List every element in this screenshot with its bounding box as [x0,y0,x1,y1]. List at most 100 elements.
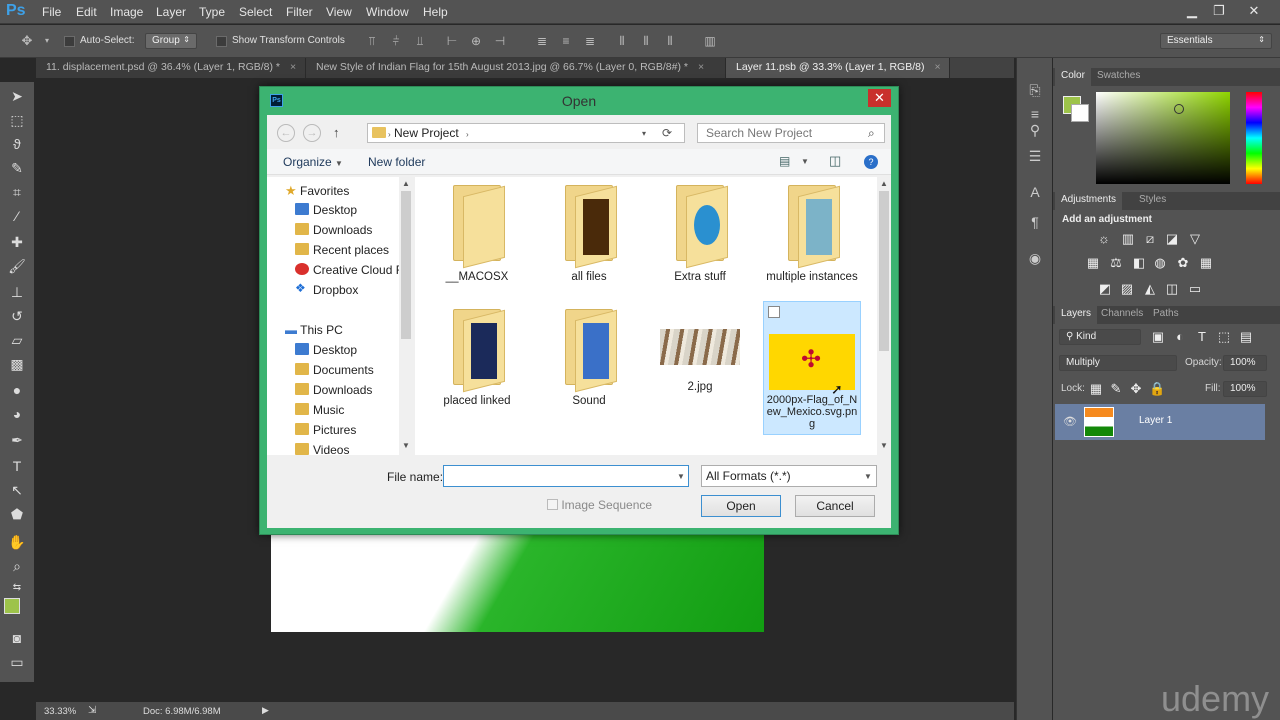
distribute-bottom-icon[interactable]: ≣ [583,34,597,48]
address-dropdown-icon[interactable]: ▾ [642,129,646,138]
tab-layer-11[interactable]: Layer 11.psb @ 33.3% (Layer 1, RGB/8) × [726,58,950,78]
screen-mode-icon[interactable]: ▭ [6,652,28,672]
image-sequence-checkbox[interactable] [547,499,558,510]
gradient-tool-icon[interactable]: ▩ [6,354,28,374]
shape-tool-icon[interactable]: ⬟ [6,504,28,524]
photo-filter-icon[interactable]: ◍ [1153,256,1167,270]
filter-smart-object-icon[interactable]: ▤ [1239,330,1253,344]
breadcrumb[interactable]: › New Project › ▾ ⟳ [367,123,685,143]
distribute-left-icon[interactable]: ⦀ [615,34,629,48]
tab-indian-flag[interactable]: New Style of Indian Flag for 15th August… [306,58,726,78]
preview-pane-icon[interactable]: ◫ [829,153,841,169]
align-left-icon[interactable]: ⊢ [445,34,459,48]
tab-close-icon[interactable]: × [290,61,296,73]
align-right-icon[interactable]: ⊣ [493,34,507,48]
foreground-color-swatch[interactable] [4,598,20,614]
up-arrow-icon[interactable]: ↑ [333,125,340,140]
tab-styles[interactable]: Styles [1133,194,1172,205]
background-color-chip[interactable] [1071,104,1089,122]
path-selection-tool-icon[interactable]: ↖ [6,480,28,500]
channel-mixer-icon[interactable]: ✿ [1176,256,1190,270]
character-panel-icon[interactable]: A [1026,184,1044,202]
layer-name[interactable]: Layer 1 [1139,415,1172,426]
blend-mode-dropdown[interactable]: Multiply [1059,355,1177,371]
color-field[interactable] [1096,92,1230,184]
nav-dropbox[interactable]: ❖ Dropbox [295,281,358,297]
nav-pc-downloads[interactable]: Downloads [295,383,372,397]
menu-file[interactable]: File [42,5,61,19]
fill-field[interactable]: 100% [1223,381,1267,397]
refresh-icon[interactable]: ⟳ [662,126,672,140]
filter-pixel-icon[interactable]: ▣ [1151,330,1165,344]
nav-scroll-thumb[interactable] [401,191,411,339]
hand-tool-icon[interactable]: ✋ [6,532,28,552]
file-item-extra-stuff[interactable]: Extra stuff [652,181,748,283]
layer-filter-dropdown[interactable]: ⚲ Kind [1059,329,1141,345]
cancel-button[interactable]: Cancel [795,495,875,517]
image-sequence-option[interactable]: Image Sequence [547,498,652,512]
black-white-icon[interactable]: ◧ [1132,256,1146,270]
nav-scrollbar[interactable]: ▲ ▼ [399,177,413,455]
brush-presets-icon[interactable]: ☰ [1026,148,1044,166]
menu-edit[interactable]: Edit [76,5,97,19]
swap-colors-icon[interactable]: ⇆ [6,578,28,598]
eyedropper-tool-icon[interactable]: ⁄ [6,206,28,226]
file-item-new-mexico-flag[interactable]: ✣ 2000px-Flag_of_New_Mexico.svg.png [763,301,861,435]
workspace-dropdown[interactable]: Essentials ⇕ [1160,33,1272,49]
history-panel-icon[interactable]: ⎘ [1026,82,1044,100]
filter-adjustment-icon[interactable]: ◐ [1173,330,1187,344]
nav-pc-desktop[interactable]: Desktop [295,343,357,357]
close-button[interactable]: ✕ [1242,1,1266,21]
vibrance-icon[interactable]: ▽ [1188,232,1202,246]
file-item-all-files[interactable]: all files [541,181,637,283]
dialog-close-button[interactable]: ✕ [868,89,891,107]
brush-panel-icon[interactable]: ⚲ [1026,122,1044,140]
color-balance-icon[interactable]: ⚖ [1109,256,1123,270]
visibility-eye-icon[interactable]: 👁 [1063,415,1077,428]
levels-icon[interactable]: ▥ [1121,232,1135,246]
menu-view[interactable]: View [326,5,352,19]
layer-row[interactable]: 👁 Layer 1 [1055,404,1265,440]
history-brush-tool-icon[interactable]: ↺ [6,306,28,326]
align-top-icon[interactable]: ⫪ [365,34,379,48]
tab-swatches[interactable]: Swatches [1091,70,1146,81]
lock-all-icon[interactable]: 🔒 [1149,382,1165,396]
nav-downloads[interactable]: Downloads [295,223,372,237]
auto-select-checkbox[interactable] [64,36,75,47]
back-arrow-icon[interactable]: ← [277,124,295,142]
scroll-down-icon[interactable]: ▼ [402,441,410,450]
search-input[interactable]: Search New Project ⌕ [697,123,885,143]
threshold-icon[interactable]: ◭ [1143,282,1157,296]
new-folder-button[interactable]: New folder [368,155,425,169]
auto-align-icon[interactable]: ▥ [703,34,717,48]
auto-select-dropdown[interactable]: Group ⇕ [145,33,197,49]
scroll-up-icon[interactable]: ▲ [402,179,410,188]
invert-icon[interactable]: ◩ [1098,282,1112,296]
filter-type-icon[interactable]: T [1195,330,1209,344]
nav-music[interactable]: Music [295,403,344,417]
tab-channels[interactable]: Channels [1095,308,1149,319]
tab-close-icon[interactable]: × [934,61,940,73]
breadcrumb-item[interactable]: New Project [394,126,459,140]
menu-help[interactable]: Help [423,5,448,19]
selective-color-icon[interactable]: ◫ [1165,282,1179,296]
view-dropdown-icon[interactable]: ▼ [801,157,809,166]
align-bottom-icon[interactable]: ⫫ [413,34,427,48]
exposure-icon[interactable]: ◪ [1165,232,1179,246]
info-panel-icon[interactable]: ◉ [1026,250,1044,268]
nav-favorites[interactable]: ★ Favorites [285,183,349,199]
view-options-icon[interactable]: ▤ [779,154,790,168]
nav-documents[interactable]: Documents [295,363,374,377]
scroll-up-icon[interactable]: ▲ [880,179,888,188]
move-tool-icon[interactable]: ➤ [6,86,28,106]
file-type-select[interactable]: All Formats (*.*) ▼ [701,465,877,487]
align-middle-icon[interactable]: ⫩ [389,34,403,48]
transform-controls-checkbox[interactable] [216,36,227,47]
quick-select-tool-icon[interactable]: ✎ [6,158,28,178]
select-checkbox[interactable] [768,306,780,318]
opacity-field[interactable]: 100% [1223,355,1267,371]
open-button[interactable]: Open [701,495,781,517]
file-item-macosx[interactable]: __MACOSX [429,181,525,283]
organize-button[interactable]: Organize ▼ [283,155,343,169]
file-item-placed-linked[interactable]: placed linked [429,305,525,407]
